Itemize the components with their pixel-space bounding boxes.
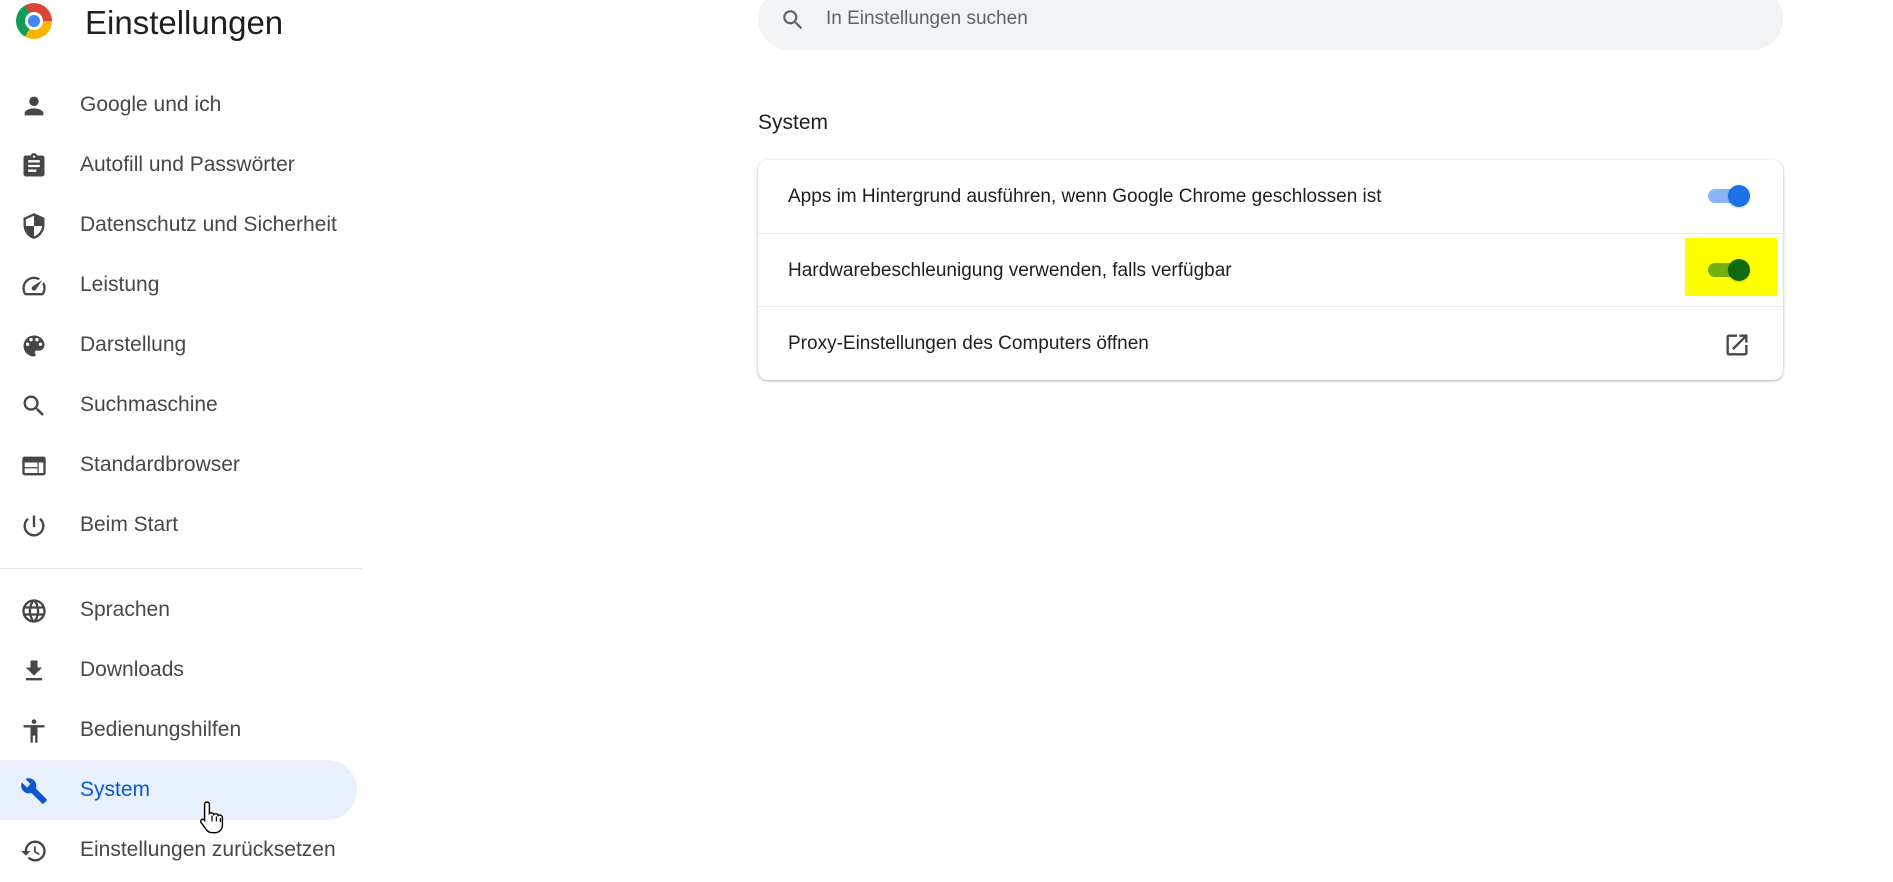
speedometer-icon xyxy=(20,272,48,300)
sidebar-item-autofill[interactable]: Autofill und Passwörter xyxy=(0,135,357,195)
person-icon xyxy=(20,92,48,120)
sidebar-item-label: Leistung xyxy=(80,273,160,296)
setting-row-background-apps[interactable]: Apps im Hintergrund ausführen, wenn Goog… xyxy=(758,160,1783,233)
setting-label: Hardwarebeschleunigung verwenden, falls … xyxy=(788,260,1232,281)
search-bar[interactable] xyxy=(758,0,1783,50)
sidebar-item-suchmaschine[interactable]: Suchmaschine xyxy=(0,375,357,435)
sidebar-item-downloads[interactable]: Downloads xyxy=(0,640,357,700)
sidebar-divider xyxy=(0,568,362,569)
sidebar-item-system[interactable]: System xyxy=(0,760,357,820)
setting-label: Apps im Hintergrund ausführen, wenn Goog… xyxy=(788,186,1382,207)
sidebar-item-label: Downloads xyxy=(80,658,184,681)
sidebar: Google und ich Autofill und Passwörter D… xyxy=(0,0,362,882)
settings-app: Einstellungen Google und ich Autofill un… xyxy=(0,0,1893,882)
sidebar-item-label: Darstellung xyxy=(80,333,187,356)
sidebar-item-google-und-ich[interactable]: Google und ich xyxy=(0,75,357,135)
hand-cursor-icon xyxy=(199,801,224,834)
section-title: System xyxy=(758,111,829,134)
sidebar-item-label: Sprachen xyxy=(80,598,170,621)
sidebar-item-label: Google und ich xyxy=(80,93,222,116)
sidebar-item-label: Bedienungshilfen xyxy=(80,718,242,741)
sidebar-item-sprachen[interactable]: Sprachen xyxy=(0,580,357,640)
power-icon xyxy=(20,512,48,540)
background-apps-toggle[interactable] xyxy=(1705,183,1753,209)
palette-icon xyxy=(20,332,48,360)
sidebar-item-datenschutz[interactable]: Datenschutz und Sicherheit xyxy=(0,195,357,255)
browser-window-icon xyxy=(20,452,48,480)
sidebar-item-einstellungen-zuruecksetzen[interactable]: Einstellungen zurücksetzen xyxy=(0,820,357,880)
setting-row-proxy[interactable]: Proxy-Einstellungen des Computers öffnen xyxy=(758,306,1783,379)
sidebar-item-label: System xyxy=(80,778,151,801)
search-icon xyxy=(783,10,803,30)
sidebar-item-label: Beim Start xyxy=(80,513,179,536)
sidebar-item-darstellung[interactable]: Darstellung xyxy=(0,315,357,375)
sidebar-item-label: Autofill und Passwörter xyxy=(80,153,295,176)
setting-label: Proxy-Einstellungen des Computers öffnen xyxy=(788,333,1149,354)
system-settings-card: Apps im Hintergrund ausführen, wenn Goog… xyxy=(758,160,1783,380)
download-icon xyxy=(20,657,48,685)
search-input[interactable] xyxy=(826,2,1726,36)
sidebar-item-label: Suchmaschine xyxy=(80,393,218,416)
search-icon xyxy=(20,392,48,420)
sidebar-item-beim-start[interactable]: Beim Start xyxy=(0,495,357,555)
sidebar-item-bedienungshilfen[interactable]: Bedienungshilfen xyxy=(0,700,357,760)
globe-icon xyxy=(20,597,48,625)
wrench-icon xyxy=(20,777,48,805)
accessibility-icon xyxy=(20,717,48,745)
toggle-knob xyxy=(1728,259,1750,281)
open-in-new-icon[interactable] xyxy=(1723,331,1751,359)
sidebar-item-leistung[interactable]: Leistung xyxy=(0,255,357,315)
shield-icon xyxy=(20,212,48,240)
setting-row-hardware-acceleration[interactable]: Hardwarebeschleunigung verwenden, falls … xyxy=(758,233,1783,306)
sidebar-item-label: Einstellungen zurücksetzen xyxy=(80,838,336,861)
clipboard-icon xyxy=(20,152,48,180)
toggle-knob xyxy=(1728,185,1750,207)
restore-icon xyxy=(20,837,48,865)
sidebar-item-label: Standardbrowser xyxy=(80,453,240,476)
sidebar-item-standardbrowser[interactable]: Standardbrowser xyxy=(0,435,357,495)
hardware-acceleration-toggle[interactable] xyxy=(1705,257,1753,283)
sidebar-item-label: Datenschutz und Sicherheit xyxy=(80,213,337,236)
